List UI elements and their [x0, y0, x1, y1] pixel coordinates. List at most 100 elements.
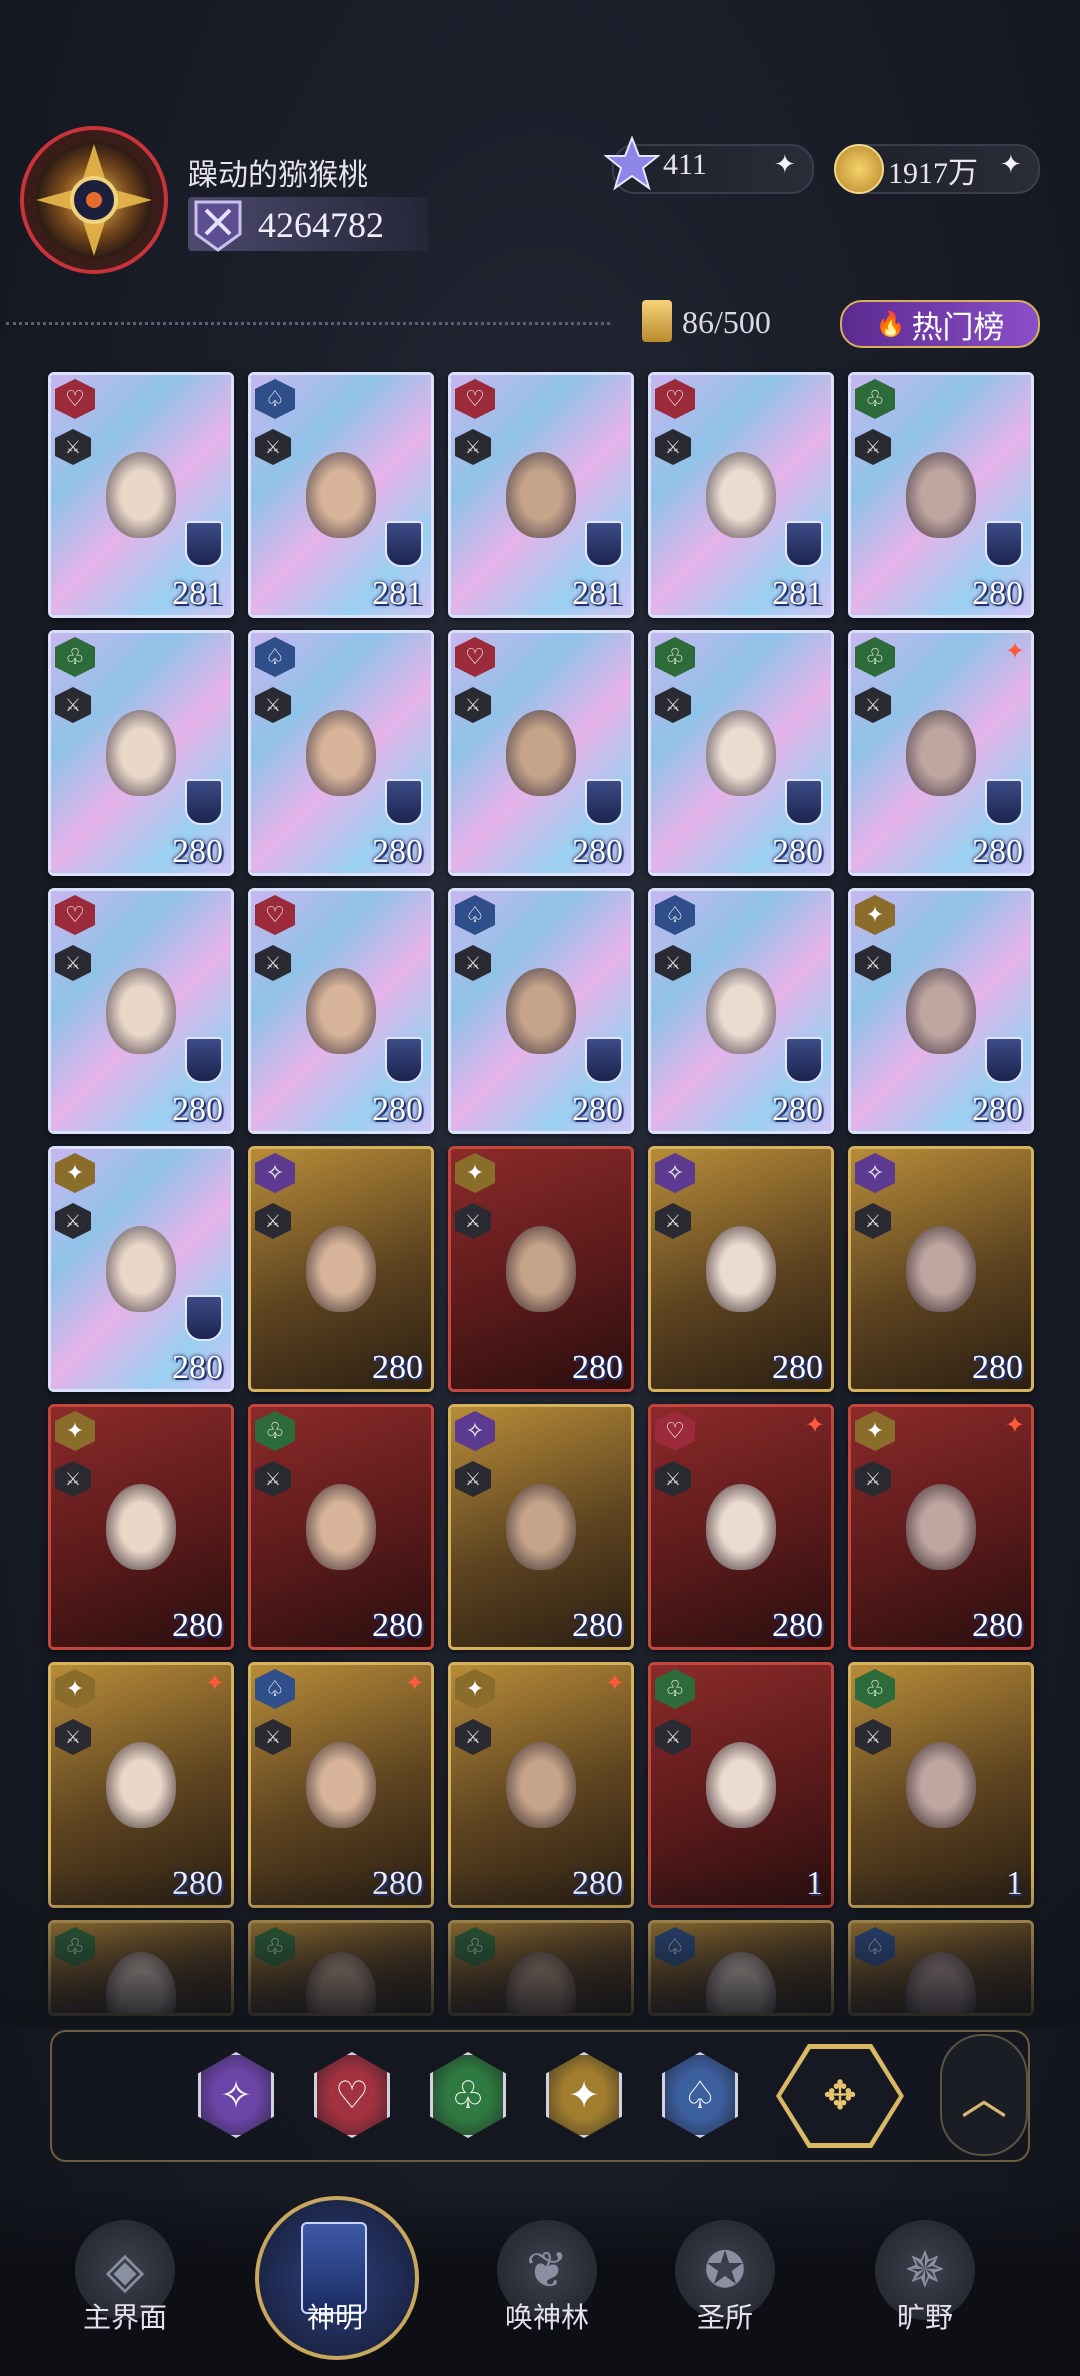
rank-shield-icon [785, 779, 823, 825]
rank-shield-icon [385, 521, 423, 567]
card-level: 280 [372, 1607, 423, 1644]
hero-card[interactable]: ♤ ⚔ 280 [648, 888, 834, 1134]
nav-gods-label: 神明 [306, 2303, 363, 2334]
hero-card[interactable]: ✧ ⚔ 280 [848, 1146, 1034, 1392]
hero-card[interactable]: ♡ ⚔ 281 [448, 372, 634, 618]
rarity-star-icon: ✦ [204, 1669, 225, 1697]
flame-icon: 🔥 [875, 311, 906, 338]
hero-card[interactable]: ✦ ⚔ 280 [848, 888, 1034, 1134]
nav-summon[interactable]: ❦ 唤神林 [462, 2210, 632, 2360]
nav-wild[interactable]: ✵ 旷野 [840, 2210, 1010, 2360]
hero-card[interactable]: ✦⚔✦280 [848, 1404, 1034, 1650]
portrait-figure [906, 451, 976, 538]
rank-shield-icon [585, 521, 623, 567]
rank-shield-icon [385, 779, 423, 825]
card-level: 280 [172, 833, 223, 870]
hero-card[interactable]: ♤ ⚔ 281 [248, 372, 434, 618]
portrait-figure [306, 709, 376, 796]
portrait-figure [506, 1741, 576, 1828]
card-level: 280 [372, 1349, 423, 1386]
hero-card[interactable]: ♡ ⚔ 281 [48, 372, 234, 618]
gems-value: 411 [663, 148, 707, 181]
hero-card[interactable]: ♧ ⚔ 280 [48, 630, 234, 876]
portrait-figure [706, 709, 776, 796]
rank-shield-icon [985, 1037, 1023, 1083]
hero-card[interactable]: ✧ ⚔ 280 [248, 1146, 434, 1392]
gold-coin-icon [834, 144, 884, 194]
hero-card[interactable]: ✧ ⚔ 280 [648, 1146, 834, 1392]
portrait-figure [306, 451, 376, 538]
portrait-figure [706, 1741, 776, 1828]
card-level: 280 [772, 1349, 823, 1386]
card-level: 281 [172, 575, 223, 612]
hot-ranking-button[interactable]: 🔥 热门榜 [840, 300, 1040, 348]
portrait-figure [106, 967, 176, 1054]
portrait-figure [506, 709, 576, 796]
hero-card[interactable]: ♡ ⚔ 280 [248, 888, 434, 1134]
hero-card[interactable]: ♡ ⚔ 280 [448, 630, 634, 876]
hero-card[interactable]: ♤ ⚔ 280 [448, 888, 634, 1134]
hero-card[interactable]: ♧ ⚔ 280 [848, 372, 1034, 618]
hero-card[interactable]: ♤ ⚔ 280 [248, 630, 434, 876]
card-level: 281 [572, 575, 623, 612]
portrait-figure [506, 967, 576, 1054]
card-level: 280 [572, 1091, 623, 1128]
username: 躁动的猕猴桃 [188, 159, 368, 192]
power-value: 4264782 [258, 205, 384, 245]
hero-card[interactable]: ♧ ⚔ 280 [648, 630, 834, 876]
add-gems-icon[interactable]: ✦ [774, 150, 796, 180]
nav-summon-label: 唤神林 [504, 2303, 589, 2334]
rank-shield-icon [785, 521, 823, 567]
card-level: 280 [172, 1349, 223, 1386]
card-level: 280 [372, 1091, 423, 1128]
portrait-figure [906, 1225, 976, 1312]
rank-shield-icon [585, 1037, 623, 1083]
rarity-star-icon: ✦ [1004, 637, 1025, 665]
hero-card[interactable]: ♧ ⚔ ✦ 280 [848, 630, 1034, 876]
hero-card[interactable]: ♡ ⚔ 281 [648, 372, 834, 618]
hero-card[interactable]: ✦ ⚔ 280 [448, 1146, 634, 1392]
card-level: 280 [772, 1091, 823, 1128]
player-avatar[interactable] [14, 118, 174, 288]
nav-gods[interactable]: 神明 [255, 2196, 419, 2376]
hero-card[interactable]: ♡ ⚔ ✦ 280 [648, 1404, 834, 1650]
avatar-emblem-icon [20, 126, 168, 274]
rank-shield-icon [785, 1037, 823, 1083]
hero-card[interactable]: ✦ ⚔ 280 [48, 1404, 234, 1650]
nav-sanctuary-label: 圣所 [696, 2303, 753, 2334]
portrait-figure [106, 1225, 176, 1312]
divider [6, 322, 610, 325]
rank-shield-icon [185, 779, 223, 825]
card-level: 280 [572, 833, 623, 870]
add-gold-icon[interactable]: ✦ [1000, 150, 1022, 180]
card-level: 280 [972, 833, 1023, 870]
portrait-figure [306, 1741, 376, 1828]
rank-shield-icon [385, 1037, 423, 1083]
portrait-figure [906, 967, 976, 1054]
portrait-figure [706, 967, 776, 1054]
card-count-icon [642, 300, 672, 342]
rank-shield-icon [985, 779, 1023, 825]
hero-card[interactable]: ✧ ⚔ 280 [448, 1404, 634, 1650]
portrait-figure [506, 451, 576, 538]
card-level: 280 [572, 1349, 623, 1386]
hero-card[interactable]: ♡ ⚔ 280 [48, 888, 234, 1134]
card-level: 280 [572, 1607, 623, 1644]
card-count: 86/500 [682, 304, 771, 340]
portrait-figure [906, 1483, 976, 1570]
portrait-figure [306, 1483, 376, 1570]
portrait-figure [106, 709, 176, 796]
card-level: 280 [972, 1607, 1023, 1644]
hero-card[interactable]: ✦ ⚔ 280 [48, 1146, 234, 1392]
portrait-figure [506, 1483, 576, 1570]
collapse-filter-button[interactable]: ︿ [940, 2034, 1028, 2156]
card-level: 280 [172, 1091, 223, 1128]
hero-card[interactable]: ♧ ⚔ 280 [248, 1404, 434, 1650]
nav-main[interactable]: ◈ 主界面 [40, 2210, 210, 2360]
nav-main-label: 主界面 [82, 2303, 167, 2334]
rank-shield-icon [585, 779, 623, 825]
portrait-figure [306, 1225, 376, 1312]
card-level: 280 [172, 1607, 223, 1644]
card-level: 280 [972, 1091, 1023, 1128]
nav-sanctuary[interactable]: ✪ 圣所 [640, 2210, 810, 2360]
